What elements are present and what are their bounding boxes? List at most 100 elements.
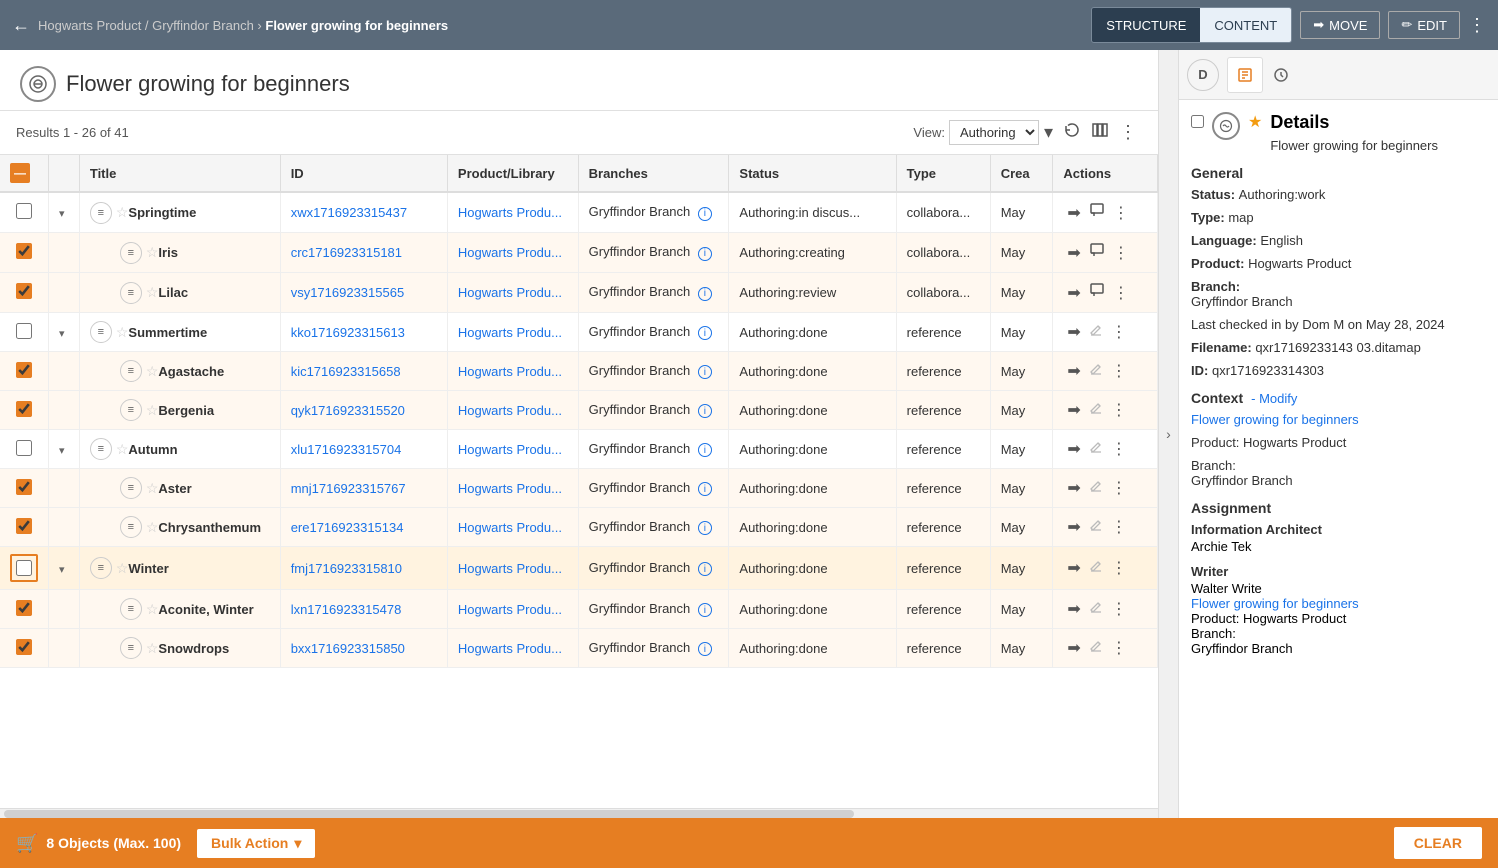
product-link[interactable]: Hogwarts Produ... bbox=[458, 481, 562, 496]
id-link[interactable]: fmj1716923315810 bbox=[291, 561, 402, 576]
structure-tab-button[interactable]: STRUCTURE bbox=[1092, 8, 1200, 42]
move-action-button[interactable]: ➡ bbox=[1063, 556, 1084, 580]
edit-action-button[interactable] bbox=[1085, 399, 1107, 422]
created-column-header[interactable]: Crea bbox=[990, 155, 1053, 192]
row-star-button[interactable]: ☆ bbox=[116, 324, 129, 341]
branch-info-icon[interactable]: i bbox=[698, 207, 712, 221]
row-checkbox[interactable] bbox=[16, 518, 32, 534]
move-action-button[interactable]: ➡ bbox=[1063, 320, 1084, 344]
id-link[interactable]: mnj1716923315767 bbox=[291, 481, 406, 496]
row-star-button[interactable]: ☆ bbox=[146, 519, 159, 536]
bulk-action-button[interactable]: Bulk Action ▾ bbox=[197, 829, 315, 858]
edit-button[interactable]: ✏ EDIT bbox=[1388, 11, 1460, 39]
branch-info-icon[interactable]: i bbox=[698, 365, 712, 379]
edit-action-button[interactable] bbox=[1085, 637, 1107, 660]
branch-info-icon[interactable]: i bbox=[698, 247, 712, 261]
more-action-button[interactable]: ⋮ bbox=[1107, 597, 1131, 621]
row-checkbox[interactable] bbox=[10, 554, 38, 582]
id-link[interactable]: crc1716923315181 bbox=[291, 245, 402, 260]
more-action-button[interactable]: ⋮ bbox=[1109, 281, 1133, 305]
comment-action-button[interactable] bbox=[1085, 240, 1109, 265]
product-link[interactable]: Hogwarts Produ... bbox=[458, 205, 562, 220]
id-link[interactable]: kic1716923315658 bbox=[291, 364, 401, 379]
row-star-button[interactable]: ☆ bbox=[116, 560, 129, 577]
horizontal-scrollbar[interactable] bbox=[0, 808, 1158, 818]
id-link[interactable]: kko1716923315613 bbox=[291, 325, 405, 340]
row-star-button[interactable]: ☆ bbox=[146, 402, 159, 419]
id-link[interactable]: vsy1716923315565 bbox=[291, 285, 405, 300]
more-action-button[interactable]: ⋮ bbox=[1107, 359, 1131, 383]
move-action-button[interactable]: ➡ bbox=[1063, 515, 1084, 539]
id-link[interactable]: xlu1716923315704 bbox=[291, 442, 402, 457]
edit-action-button[interactable] bbox=[1085, 598, 1107, 621]
id-column-header[interactable]: ID bbox=[280, 155, 447, 192]
branches-column-header[interactable]: Branches bbox=[578, 155, 729, 192]
more-action-button[interactable]: ⋮ bbox=[1109, 241, 1133, 265]
row-star-button[interactable]: ☆ bbox=[146, 363, 159, 380]
product-link[interactable]: Hogwarts Produ... bbox=[458, 520, 562, 535]
context-modify-link[interactable]: - Modify bbox=[1251, 391, 1297, 406]
move-action-button[interactable]: ➡ bbox=[1063, 241, 1084, 265]
id-link[interactable]: lxn1716923315478 bbox=[291, 602, 402, 617]
product-link[interactable]: Hogwarts Produ... bbox=[458, 403, 562, 418]
edit-action-button[interactable] bbox=[1085, 516, 1107, 539]
row-star-button[interactable]: ☆ bbox=[116, 441, 129, 458]
product-link[interactable]: Hogwarts Produ... bbox=[458, 364, 562, 379]
row-star-button[interactable]: ☆ bbox=[116, 204, 129, 221]
row-star-button[interactable]: ☆ bbox=[146, 640, 159, 657]
move-action-button[interactable]: ➡ bbox=[1063, 437, 1084, 461]
product-link[interactable]: Hogwarts Produ... bbox=[458, 641, 562, 656]
comment-action-button[interactable] bbox=[1085, 280, 1109, 305]
sidebar-collapse-button[interactable]: › bbox=[1158, 50, 1178, 818]
product-link[interactable]: Hogwarts Produ... bbox=[458, 325, 562, 340]
context-page-link[interactable]: Flower growing for beginners bbox=[1191, 412, 1359, 427]
details-star-button[interactable]: ★ bbox=[1248, 112, 1262, 132]
more-action-button[interactable]: ⋮ bbox=[1107, 515, 1131, 539]
move-action-button[interactable]: ➡ bbox=[1063, 636, 1084, 660]
row-checkbox[interactable] bbox=[16, 243, 32, 259]
another-tab-button[interactable] bbox=[1263, 57, 1299, 93]
product-link[interactable]: Hogwarts Produ... bbox=[458, 285, 562, 300]
back-button[interactable]: ← bbox=[12, 15, 30, 36]
view-dropdown-button[interactable]: ▾ bbox=[1039, 120, 1058, 145]
id-link[interactable]: ere1716923315134 bbox=[291, 520, 404, 535]
more-options-button[interactable]: ⋮ bbox=[1468, 15, 1486, 36]
row-checkbox[interactable] bbox=[16, 283, 32, 299]
move-action-button[interactable]: ➡ bbox=[1063, 398, 1084, 422]
move-action-button[interactable]: ➡ bbox=[1063, 281, 1084, 305]
edit-action-button[interactable] bbox=[1085, 360, 1107, 383]
move-action-button[interactable]: ➡ bbox=[1063, 597, 1084, 621]
type-column-header[interactable]: Type bbox=[896, 155, 990, 192]
branch-info-icon[interactable]: i bbox=[698, 603, 712, 617]
more-action-button[interactable]: ⋮ bbox=[1107, 636, 1131, 660]
title-column-header[interactable]: Title bbox=[79, 155, 280, 192]
expand-button[interactable]: ▾ bbox=[59, 563, 65, 576]
product-link[interactable]: Hogwarts Produ... bbox=[458, 442, 562, 457]
more-action-button[interactable]: ⋮ bbox=[1107, 437, 1131, 461]
branch-info-icon[interactable]: i bbox=[698, 326, 712, 340]
more-action-button[interactable]: ⋮ bbox=[1107, 476, 1131, 500]
move-button[interactable]: ➡ MOVE bbox=[1300, 11, 1380, 39]
branch-info-icon[interactable]: i bbox=[698, 642, 712, 656]
row-checkbox[interactable] bbox=[16, 401, 32, 417]
branch-info-icon[interactable]: i bbox=[698, 404, 712, 418]
product-link[interactable]: Hogwarts Produ... bbox=[458, 245, 562, 260]
writer-link[interactable]: Flower growing for beginners bbox=[1191, 596, 1486, 611]
edit-action-button[interactable] bbox=[1085, 321, 1107, 344]
details-checkbox[interactable] bbox=[1191, 115, 1204, 128]
row-star-button[interactable]: ☆ bbox=[146, 284, 159, 301]
product-link[interactable]: Hogwarts Produ... bbox=[458, 561, 562, 576]
columns-button[interactable] bbox=[1086, 119, 1114, 146]
id-link[interactable]: xwx1716923315437 bbox=[291, 205, 407, 220]
comment-action-button[interactable] bbox=[1085, 200, 1109, 225]
id-link[interactable]: qyk1716923315520 bbox=[291, 403, 405, 418]
more-table-options-button[interactable]: ⋮ bbox=[1114, 120, 1142, 145]
edit-action-button[interactable] bbox=[1085, 477, 1107, 500]
expand-button[interactable]: ▾ bbox=[59, 327, 65, 340]
more-action-button[interactable]: ⋮ bbox=[1107, 398, 1131, 422]
product-column-header[interactable]: Product/Library bbox=[447, 155, 578, 192]
content-tab-button[interactable]: CONTENT bbox=[1200, 8, 1291, 42]
details-tab-button[interactable] bbox=[1227, 57, 1263, 93]
row-star-button[interactable]: ☆ bbox=[146, 244, 159, 261]
branch-info-icon[interactable]: i bbox=[698, 562, 712, 576]
